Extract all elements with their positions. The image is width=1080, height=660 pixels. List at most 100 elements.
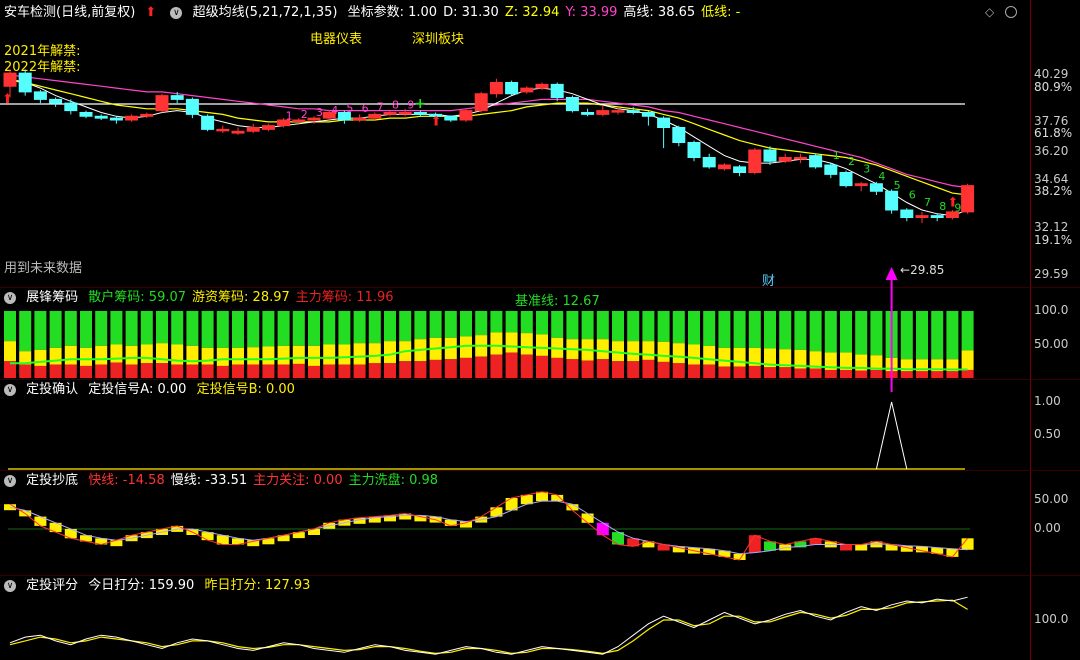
chip-bar-retail [368, 311, 381, 344]
candle-body [581, 112, 595, 115]
candle-body [839, 172, 853, 187]
chip-bar-hot-money [490, 332, 503, 355]
signal-bar [581, 513, 594, 523]
candle-body [900, 209, 914, 218]
candle-body [550, 83, 564, 98]
chip-bar-main [855, 370, 868, 378]
chip-bar-retail [49, 311, 62, 348]
chip-bar-retail [444, 311, 457, 338]
score-today-line [9, 596, 968, 655]
chip-bar-retail [536, 311, 548, 335]
chip-bar-hot-money [308, 345, 320, 366]
candle-body [216, 128, 230, 132]
candle-body [854, 183, 868, 187]
candle-body [170, 95, 184, 100]
candle-body [459, 110, 473, 121]
chart-canvas[interactable]: 1 2 3 4 5 6 7 8 91 234567 8 9+⬆⬆⬆ [0, 0, 1080, 660]
candle-body [961, 185, 975, 213]
chip-bar-retail [794, 311, 807, 350]
count-label: 6 [362, 102, 369, 115]
chip-bar-main [566, 359, 579, 378]
candle-body [535, 83, 549, 89]
count-label: 7 [924, 196, 931, 209]
chip-bar-main [946, 371, 959, 378]
chip-bar-retail [809, 311, 822, 352]
signal-a-line [875, 401, 908, 470]
chip-bar-hot-money [323, 344, 336, 365]
chip-bar-retail [323, 311, 336, 345]
chip-bar-hot-money [216, 347, 229, 366]
chip-bar-hot-money [536, 334, 548, 356]
ma-mid-line [9, 80, 968, 196]
chip-bar-retail [946, 311, 959, 360]
candle-body [3, 72, 17, 87]
chip-bar-main [95, 364, 108, 378]
chip-bar-retail [840, 311, 852, 353]
chip-bar-main [353, 364, 366, 378]
candle-body [763, 149, 777, 162]
chip-bar-retail [581, 311, 594, 340]
chip-bar-main [809, 368, 822, 378]
candle-body [413, 112, 427, 115]
chip-bar-main [429, 359, 442, 378]
candle-body [687, 142, 701, 158]
candle-body [641, 112, 655, 117]
candle-body [125, 115, 139, 121]
candle-body [185, 98, 199, 115]
candle-body [778, 157, 792, 162]
chip-bar-main [171, 364, 184, 378]
chip-bar-retail [186, 311, 199, 346]
count-label: 2 [848, 155, 855, 168]
candle-body [94, 115, 108, 119]
chip-bar-hot-money [703, 345, 716, 365]
chip-bar-retail [824, 311, 837, 353]
chip-bar-hot-money [627, 341, 640, 362]
candle-body [444, 115, 458, 121]
chip-bar-hot-money [520, 333, 533, 355]
chip-bar-main [642, 359, 655, 378]
candle-body [626, 110, 640, 113]
chip-bar-main [323, 364, 336, 378]
chip-bar-hot-money [672, 343, 685, 364]
chip-bar-main [414, 361, 427, 378]
chip-bar-retail [566, 311, 579, 340]
chip-bar-main [19, 364, 32, 378]
chip-bar-hot-money [247, 347, 260, 365]
chip-bar-main [916, 371, 928, 378]
plus-signal-icon: + [414, 96, 426, 112]
score-yesterday-line [9, 599, 968, 655]
chip-bar-hot-money [292, 345, 305, 364]
chip-bar-hot-money [961, 350, 974, 370]
candle-body [64, 102, 78, 112]
chip-bar-main [110, 362, 123, 378]
chip-bar-hot-money [718, 347, 731, 367]
chip-bar-main [794, 368, 807, 378]
chip-bar-main [125, 364, 138, 378]
chip-bar-retail [171, 311, 184, 345]
chip-bar-main [490, 354, 503, 378]
chip-bar-retail [80, 311, 92, 348]
chip-bar-main [232, 364, 244, 378]
candle-body [155, 95, 169, 112]
chip-bar-main [718, 366, 731, 378]
chip-bar-hot-money [262, 346, 275, 365]
chip-bar-main [186, 364, 199, 378]
slow-line [9, 500, 968, 555]
chip-bar-hot-money [201, 347, 214, 365]
chip-bar-main [581, 360, 594, 378]
chip-bar-retail [688, 311, 700, 345]
count-label: 9 [407, 98, 414, 111]
chip-bar-retail [338, 311, 351, 345]
chip-bar-retail [4, 311, 16, 342]
chip-bar-retail [384, 311, 396, 342]
chip-bar-hot-money [80, 347, 92, 366]
chip-bar-hot-money [64, 345, 77, 365]
chip-bar-main [748, 365, 761, 378]
chip-bar-retail [64, 311, 77, 346]
chip-bar-retail [551, 311, 564, 338]
signal-bar [840, 544, 852, 551]
candle-body [353, 117, 367, 121]
chip-bar-main [308, 365, 320, 378]
candle-body [824, 164, 838, 175]
chip-bar-hot-money [277, 345, 290, 365]
